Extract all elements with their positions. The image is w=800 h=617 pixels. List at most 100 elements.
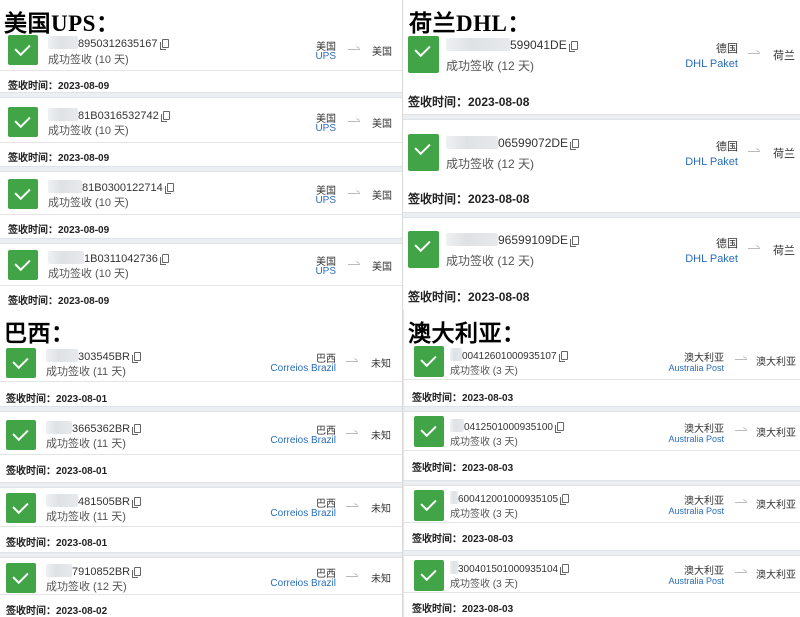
copy-icon[interactable] [132,352,141,363]
copy-icon[interactable] [132,424,142,435]
arrow-right-icon [346,433,358,434]
tracking-number[interactable]: 00412601000935107 [450,348,568,362]
carrier-link[interactable]: Australia Post [668,576,724,586]
shipment-card[interactable]: 3665362BR 成功签收 (11 天) 巴西 Correios Brazil… [0,412,402,482]
copy-icon[interactable] [560,564,570,575]
check-icon [8,107,38,137]
copy-icon[interactable] [159,254,169,265]
tracking-number[interactable]: 3665362BR [46,421,142,435]
carrier-link[interactable]: UPS [315,266,336,277]
status-text: 成功签收 (10 天) [48,125,129,137]
shipment-card[interactable]: 06599072DE 成功签收 (12 天) 德国 DHL Paket 荷兰 签… [403,120,800,212]
destination-country: 澳大利亚 [756,428,796,439]
tracking-number[interactable]: 303545BR [46,349,141,363]
origin-country: 澳大利亚 [684,424,724,435]
status-text: 成功签收 (10 天) [48,268,129,280]
origin-country: 澳大利亚 [684,496,724,507]
carrier-link[interactable]: Correios Brazil [270,578,336,589]
section-australia: 澳大利亚： 00412601000935107 成功签收 (3 天) 澳大利亚 … [403,310,800,617]
shipment-card[interactable]: 600412001000935105 成功签收 (3 天) 澳大利亚 Austr… [404,486,800,550]
tracking-number[interactable]: 7910852BR [46,564,142,578]
tracking-number[interactable]: 300401501000935104 [450,561,570,575]
tracking-number[interactable]: 481505BR [46,494,141,508]
check-icon [6,563,36,593]
copy-icon[interactable] [132,497,141,508]
signed-time: 签收时间：2023-08-01 [6,394,108,405]
shipment-card[interactable]: 81B0300122714 成功签收 (10 天) 美国 UPS 美国 签收时间… [0,172,402,240]
redacted-mask [450,561,458,574]
tracking-number[interactable]: 81B0300122714 [48,180,174,194]
status-text: 成功签收 (12 天) [446,254,535,268]
copy-icon[interactable] [568,41,578,52]
copy-icon[interactable] [570,236,580,247]
section-us-ups: 美国UPS： 8950312635167 成功签收 (10 天) 美国 UPS … [0,0,402,309]
carrier-link[interactable]: DHL Paket [685,58,738,70]
status-text: 成功签收 (12 天) [446,157,535,171]
signed-time: 签收时间：2023-08-02 [6,606,108,617]
copy-icon[interactable] [132,567,142,578]
signed-time: 签收时间：2023-08-01 [6,538,108,549]
tracking-number[interactable]: 81B0316532742 [48,108,170,122]
shipment-card[interactable]: 300401501000935104 成功签收 (3 天) 澳大利亚 Austr… [404,556,800,617]
shipment-card[interactable]: 481505BR 成功签收 (11 天) 巴西 Correios Brazil … [0,488,402,552]
destination-country: 未知 [371,431,391,442]
carrier-link[interactable]: UPS [315,51,336,62]
divider [0,594,402,595]
carrier-link[interactable]: DHL Paket [685,156,738,168]
signed-time: 签收时间：2023-08-03 [412,463,514,474]
tracking-number[interactable]: 1B0311042736 [48,251,169,265]
origin-country: 澳大利亚 [684,566,724,577]
carrier-link[interactable]: UPS [315,195,336,206]
carrier-link[interactable]: Correios Brazil [270,435,336,446]
section-heading: 美国UPS： [4,11,120,36]
divider [404,450,800,451]
copy-icon[interactable] [560,494,570,505]
carrier-link[interactable]: UPS [315,123,336,134]
carrier-link[interactable]: DHL Paket [685,253,738,265]
tracking-number[interactable]: 599041DE [446,38,578,52]
check-icon [414,560,444,591]
destination-country: 澳大利亚 [756,500,796,511]
copy-icon[interactable] [159,39,169,50]
carrier-link[interactable]: Australia Post [668,363,724,373]
origin-country: 德国 [716,238,738,250]
check-icon [408,36,439,73]
copy-icon[interactable] [558,351,568,362]
tracking-number[interactable]: 8950312635167 [48,36,169,50]
copy-icon[interactable] [164,183,174,194]
shipment-card[interactable]: 1B0311042736 成功签收 (10 天) 美国 UPS 美国 签收时间：… [0,244,402,309]
carrier-link[interactable]: Australia Post [668,434,724,444]
destination-country: 澳大利亚 [756,357,796,368]
check-icon [408,231,439,268]
check-icon [6,348,36,378]
section-heading: 荷兰DHL： [409,11,531,36]
tracking-number[interactable]: 06599072DE [446,136,580,150]
tracking-number[interactable]: 600412001000935105 [450,491,570,505]
arrow-right-icon [748,248,760,249]
arrow-right-icon [348,264,360,265]
copy-icon[interactable] [160,111,170,122]
check-icon [6,493,36,523]
carrier-link[interactable]: Correios Brazil [270,363,336,374]
arrow-right-icon [348,193,360,194]
shipment-card[interactable]: 0412501000935100 成功签收 (3 天) 澳大利亚 Austral… [404,412,800,480]
copy-icon[interactable] [554,422,564,433]
redacted-mask [46,349,78,362]
destination-country: 未知 [371,574,391,585]
redacted-mask [450,491,458,504]
copy-icon[interactable] [570,139,580,150]
divider [0,70,402,71]
shipment-card[interactable]: 81B0316532742 成功签收 (10 天) 美国 UPS 美国 签收时间… [0,98,402,168]
carrier-link[interactable]: Australia Post [668,506,724,516]
redacted-mask [46,564,72,577]
tracking-number[interactable]: 0412501000935100 [450,419,564,433]
signed-time: 签收时间：2023-08-09 [8,153,110,164]
shipment-card[interactable]: 7910852BR 成功签收 (12 天) 巴西 Correios Brazil… [0,558,402,617]
arrow-right-icon [748,53,760,54]
status-text: 成功签收 (3 天) [450,509,518,520]
carrier-link[interactable]: Correios Brazil [270,508,336,519]
divider [404,592,800,593]
tracking-number[interactable]: 96599109DE [446,233,580,247]
shipment-card[interactable]: 96599109DE 成功签收 (12 天) 德国 DHL Paket 荷兰 签… [403,218,800,309]
origin-country: 德国 [716,43,738,55]
